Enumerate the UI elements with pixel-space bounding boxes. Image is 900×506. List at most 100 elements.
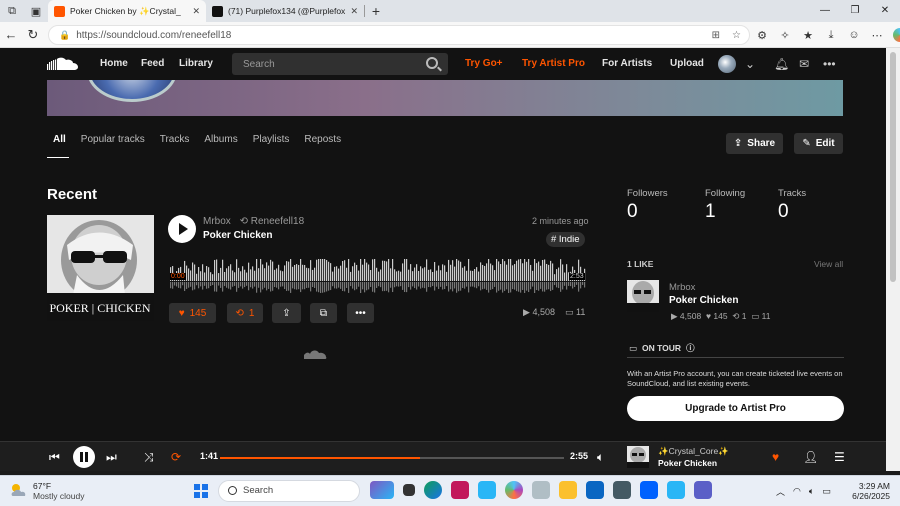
tab-albums[interactable]: Albums [204,134,237,158]
favorites-icon[interactable]: ★ [801,29,815,42]
following-label[interactable]: Following [705,188,745,199]
search-icon[interactable] [426,57,438,69]
queue-icon[interactable]: ☰ [834,442,845,472]
likes-header[interactable]: 1 LIKE [627,259,653,269]
genre-tag[interactable]: # Indie [546,232,585,247]
sound-icon[interactable]: 🔈︎ [809,486,814,497]
scrollbar-thumb[interactable] [890,52,896,282]
tab-playlists[interactable]: Playlists [253,134,290,158]
tracks-label[interactable]: Tracks [778,188,806,199]
outlook-icon[interactable] [586,481,604,499]
file-explorer-icon[interactable] [559,481,577,499]
search-input[interactable]: Search [232,53,448,75]
browser-tab[interactable]: (71) Purplefox134 (@Purplefox13 ✕ [206,0,364,22]
address-bar[interactable]: 🔒 https://soundcloud.com/reneefell18 ⊞ ☆ [48,25,750,45]
widgets-icon[interactable] [370,481,394,499]
dropbox-icon[interactable] [640,481,658,499]
try-go-link[interactable]: Try Go+ [465,48,503,80]
previous-track-icon[interactable]: ⏮ [49,442,60,472]
more-options-icon[interactable]: ••• [823,48,836,80]
share-button[interactable]: ⇪ Share [726,133,783,154]
track-artwork[interactable]: POKER | CHICKEN [47,215,154,321]
yahoo-icon[interactable] [667,481,685,499]
next-track-icon[interactable]: ⏭ [106,442,117,472]
extension-icon[interactable]: ⚙ [755,29,769,42]
liked-track-user[interactable]: Mrbox [669,282,695,293]
tab-reposts[interactable]: Reposts [304,134,341,158]
followers-label[interactable]: Followers [627,188,668,199]
reposter-name[interactable]: Reneefell18 [251,216,304,227]
liked-track-artwork[interactable] [627,280,659,312]
workspaces-icon[interactable]: ⧉ [0,0,24,22]
volume-icon[interactable]: 🔈︎ [597,442,604,472]
lock-icon[interactable]: 🔒 [59,30,70,41]
nav-home[interactable]: Home [100,48,128,80]
nav-library[interactable]: Library [179,48,213,80]
play-button[interactable] [168,215,196,243]
pause-button[interactable] [73,446,95,468]
page-scrollbar[interactable] [886,48,900,441]
track-title[interactable]: Poker Chicken [203,230,272,241]
for-artists-link[interactable]: For Artists [602,48,652,80]
picsart-icon[interactable] [451,481,469,499]
followers-value[interactable]: 0 [627,201,638,223]
player-user[interactable]: ✨Crystal_Core✨ [658,446,729,457]
app-available-icon[interactable]: ⊞ [712,30,720,41]
share-track-button[interactable]: ⇪ [272,303,301,323]
extensions-puzzle-icon[interactable]: ✧ [778,29,792,42]
copilot-icon[interactable] [893,28,900,42]
maximize-icon[interactable]: ❐ [840,0,870,22]
info-icon[interactable]: ⓘ [686,342,695,354]
new-tab-button[interactable]: + [365,3,387,19]
player-artwork[interactable] [627,446,649,468]
profile-icon[interactable]: ☺ [847,29,861,41]
edit-button[interactable]: ✎ Edit [794,133,843,154]
upload-link[interactable]: Upload [670,48,704,80]
close-window-icon[interactable]: ✕ [870,0,900,22]
windows-start-icon[interactable] [194,484,208,498]
more-menu-icon[interactable]: ⋯ [870,29,884,42]
chevron-down-icon[interactable]: ⌄ [745,48,755,80]
try-artist-pro-link[interactable]: Try Artist Pro [522,48,585,80]
tray-chevron-icon[interactable]: ︿ [776,485,785,498]
progress-bar[interactable] [220,457,564,459]
notepad-icon[interactable] [532,481,550,499]
minimize-icon[interactable]: — [810,0,840,22]
follow-user-icon[interactable]: 👤︎ [803,442,818,472]
liked-track-title[interactable]: Poker Chicken [669,295,738,306]
edge-icon[interactable] [424,481,442,499]
downloads-icon[interactable]: ⤓ [824,29,838,42]
following-value[interactable]: 1 [705,201,716,223]
view-all-link[interactable]: View all [814,259,843,269]
waveform[interactable] [170,259,586,293]
repost-button[interactable]: ⟲ 1 [227,303,263,323]
wifi-icon[interactable]: ◠ [793,486,801,497]
notifications-bell-icon[interactable]: 🔔︎ [774,48,789,80]
task-view-icon[interactable] [403,484,415,496]
comment-count[interactable]: ▭ 11 [565,307,585,318]
tab-actions-icon[interactable]: ▣ [24,0,48,22]
nav-feed[interactable]: Feed [141,48,164,80]
tab-tracks[interactable]: Tracks [160,134,190,158]
player-title[interactable]: Poker Chicken [658,458,717,468]
like-heart-icon[interactable]: ♥ [772,442,779,472]
battery-icon[interactable]: ▭ [822,486,831,497]
copilot-app-icon[interactable] [505,481,523,499]
upgrade-artist-pro-button[interactable]: Upgrade to Artist Pro [627,396,844,421]
back-icon[interactable]: ← [0,27,22,42]
close-tab-icon[interactable]: ✕ [350,6,358,17]
more-track-button[interactable]: ••• [347,303,374,323]
user-avatar[interactable] [718,55,736,73]
tab-all[interactable]: All [47,134,69,158]
paint-icon[interactable] [478,481,496,499]
messages-mail-icon[interactable]: ✉ [799,48,809,80]
copy-link-button[interactable]: ⧉ [310,303,337,323]
taskbar-search[interactable]: Search [218,480,360,502]
close-tab-icon[interactable]: ✕ [192,6,200,17]
like-button[interactable]: ♥ 145 [169,303,216,323]
taskbar-clock[interactable]: 3:29 AM 6/26/2025 [850,481,890,501]
teams-icon[interactable] [694,481,712,499]
shuffle-icon[interactable]: ⤨ [144,442,154,472]
store-icon[interactable] [613,481,631,499]
soundcloud-logo-icon[interactable] [47,57,79,71]
